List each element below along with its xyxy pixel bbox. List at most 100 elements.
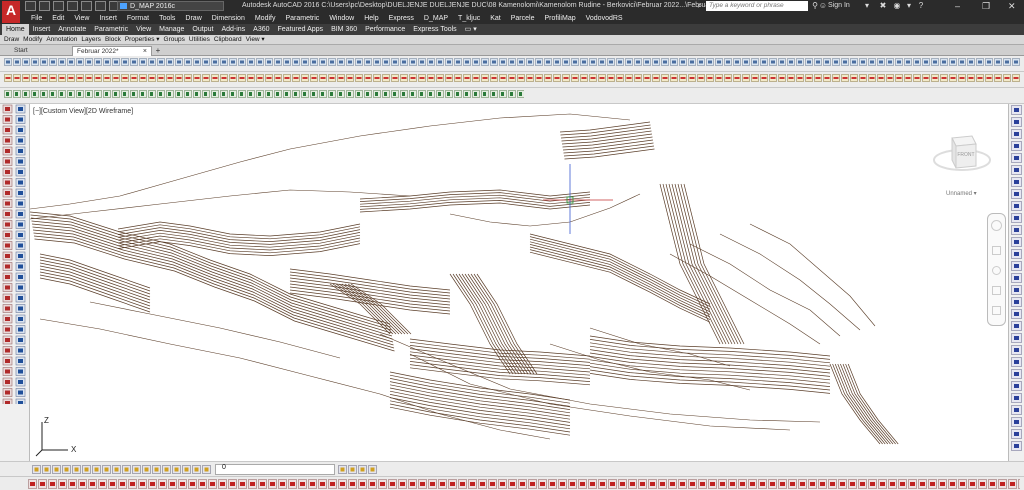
layers-toolbar-buttons[interactable]: [32, 465, 212, 474]
tab-februar-2022[interactable]: Februar 2022* ×: [72, 46, 152, 56]
ucs-x-label: X: [71, 445, 77, 454]
workspace-gear-icon: [120, 3, 127, 9]
ucs-z-label: Z: [44, 416, 49, 425]
tab-parametric[interactable]: Parametric: [90, 24, 132, 35]
tab-start[interactable]: Start: [10, 46, 68, 56]
autodesk-a360-icon[interactable]: ◉: [892, 1, 902, 11]
panel-groups[interactable]: Groups: [162, 35, 187, 44]
user-icon[interactable]: ☺: [818, 1, 828, 11]
toolbar-row-3-buttons[interactable]: [4, 90, 524, 99]
panel-layers[interactable]: Layers: [79, 35, 103, 44]
save-as-button[interactable]: [67, 1, 78, 11]
file-tab-label: Februar 2022*: [77, 48, 119, 55]
close-button[interactable]: ✕: [1008, 1, 1016, 11]
menu-edit[interactable]: Edit: [50, 13, 72, 24]
autocad-logo: A: [6, 2, 17, 18]
panel-utilities[interactable]: Utilities: [187, 35, 212, 44]
menu-window[interactable]: Window: [327, 13, 362, 24]
tab-manage[interactable]: Manage: [155, 24, 188, 35]
right-toolbar-buttons[interactable]: [1010, 104, 1024, 461]
steering-wheel-icon[interactable]: [991, 220, 1002, 231]
save-button[interactable]: [53, 1, 64, 11]
menu-modify[interactable]: Modify: [253, 13, 284, 24]
sign-in-button[interactable]: Sign In: [828, 2, 850, 9]
showmotion-icon[interactable]: [992, 306, 1001, 315]
navigation-bar[interactable]: [987, 213, 1006, 326]
new-tab-button[interactable]: +: [153, 46, 163, 55]
tab-insert[interactable]: Insert: [29, 24, 55, 35]
panel-block[interactable]: Block: [103, 35, 123, 44]
application-menu-button[interactable]: A: [2, 1, 20, 23]
tab-add-ins[interactable]: Add-ins: [217, 24, 249, 35]
menu-express[interactable]: Express: [387, 13, 422, 24]
restore-button[interactable]: ❐: [982, 1, 990, 11]
drawing-canvas[interactable]: [29, 104, 1008, 461]
tab-home[interactable]: Home: [2, 24, 29, 35]
right-toolbar: [1008, 104, 1024, 461]
open-file-button[interactable]: [39, 1, 50, 11]
ribbon-tabs: Home Insert Annotate Parametric View Man…: [0, 24, 1024, 35]
undo-button[interactable]: [95, 1, 106, 11]
panel-draw[interactable]: Draw: [2, 35, 21, 44]
viewcube[interactable]: FRONT: [932, 128, 992, 188]
file-tabs: Start Februar 2022* × +: [0, 45, 1024, 56]
orbit-icon[interactable]: [992, 286, 1001, 295]
menu-parcele[interactable]: Parcele: [509, 13, 543, 24]
viewport-controls[interactable]: [−][Custom View][2D Wireframe]: [33, 108, 133, 115]
help-dropdown-icon[interactable]: ▾: [904, 1, 914, 11]
menu-t-kljuc[interactable]: T_kljuc: [456, 13, 488, 24]
window-title: Autodesk AutoCAD 2016 C:\Users\pc\Deskto…: [242, 2, 749, 9]
ucs-icon: Z X: [35, 416, 77, 457]
ribbon-panels: Draw Modify Annotation Layers Block Prop…: [0, 35, 1024, 45]
help-icon[interactable]: ?: [916, 1, 926, 11]
plot-button[interactable]: [81, 1, 92, 11]
menu-bar: File Edit View Insert Format Tools Draw …: [0, 13, 1024, 24]
layers-toolbar: [0, 461, 1024, 476]
panel-clipboard[interactable]: Clipboard: [212, 35, 244, 44]
menu-draw[interactable]: Draw: [183, 13, 209, 24]
tab-express-tools[interactable]: Express Tools: [409, 24, 460, 35]
panel-properties[interactable]: Properties ▾: [123, 35, 162, 44]
minimize-button[interactable]: –: [955, 1, 960, 11]
menu-insert[interactable]: Insert: [97, 13, 125, 24]
ucs-dropdown[interactable]: Unnamed ▾: [946, 190, 977, 197]
toolbar-row-1-buttons[interactable]: [4, 58, 1020, 67]
menu-vodovodrs[interactable]: VodovodRS: [584, 13, 631, 24]
menu-kat[interactable]: Kat: [488, 13, 509, 24]
left-toolbar-buttons[interactable]: [2, 104, 28, 461]
ribbon-minimize-button[interactable]: ▭ ▾: [461, 24, 481, 35]
menu-tools[interactable]: Tools: [157, 13, 183, 24]
toolbar-row-3: [0, 88, 1024, 104]
menu-format[interactable]: Format: [125, 13, 157, 24]
menu-file[interactable]: File: [29, 13, 50, 24]
new-file-button[interactable]: [25, 1, 36, 11]
zoom-icon[interactable]: [992, 266, 1001, 275]
layer-tools-buttons[interactable]: [338, 465, 378, 474]
binoculars-icon[interactable]: ⌕: [695, 1, 705, 11]
menu-help[interactable]: Help: [362, 13, 386, 24]
panel-modify[interactable]: Modify: [21, 35, 44, 44]
sign-in-dropdown-icon[interactable]: ▾: [862, 1, 872, 11]
tab-featured-apps[interactable]: Featured Apps: [274, 24, 328, 35]
menu-profilimap[interactable]: ProfiliMap: [542, 13, 583, 24]
menu-dimension[interactable]: Dimension: [210, 13, 253, 24]
tab-output[interactable]: Output: [188, 24, 217, 35]
toolbar-row-2-buttons[interactable]: [4, 74, 1020, 83]
exchange-apps-icon[interactable]: ✖: [878, 1, 888, 11]
panel-view[interactable]: View ▾: [244, 35, 267, 44]
tab-view[interactable]: View: [132, 24, 155, 35]
bottom-toolbar: [0, 476, 1024, 490]
menu-view[interactable]: View: [72, 13, 97, 24]
tab-annotate[interactable]: Annotate: [54, 24, 90, 35]
pan-icon[interactable]: [992, 246, 1001, 255]
panel-annotation[interactable]: Annotation: [44, 35, 79, 44]
layer-dropdown[interactable]: [215, 464, 335, 475]
menu-d-map[interactable]: D_MAP: [422, 13, 456, 24]
tab-performance[interactable]: Performance: [361, 24, 409, 35]
menu-parametric[interactable]: Parametric: [283, 13, 327, 24]
workspace-dropdown[interactable]: D_MAP 2016c: [117, 1, 224, 11]
search-input[interactable]: Type a keyword or phrase: [706, 1, 808, 11]
bottom-toolbar-buttons[interactable]: [28, 479, 1020, 489]
tab-a360[interactable]: A360: [249, 24, 273, 35]
tab-bim-360[interactable]: BIM 360: [327, 24, 361, 35]
